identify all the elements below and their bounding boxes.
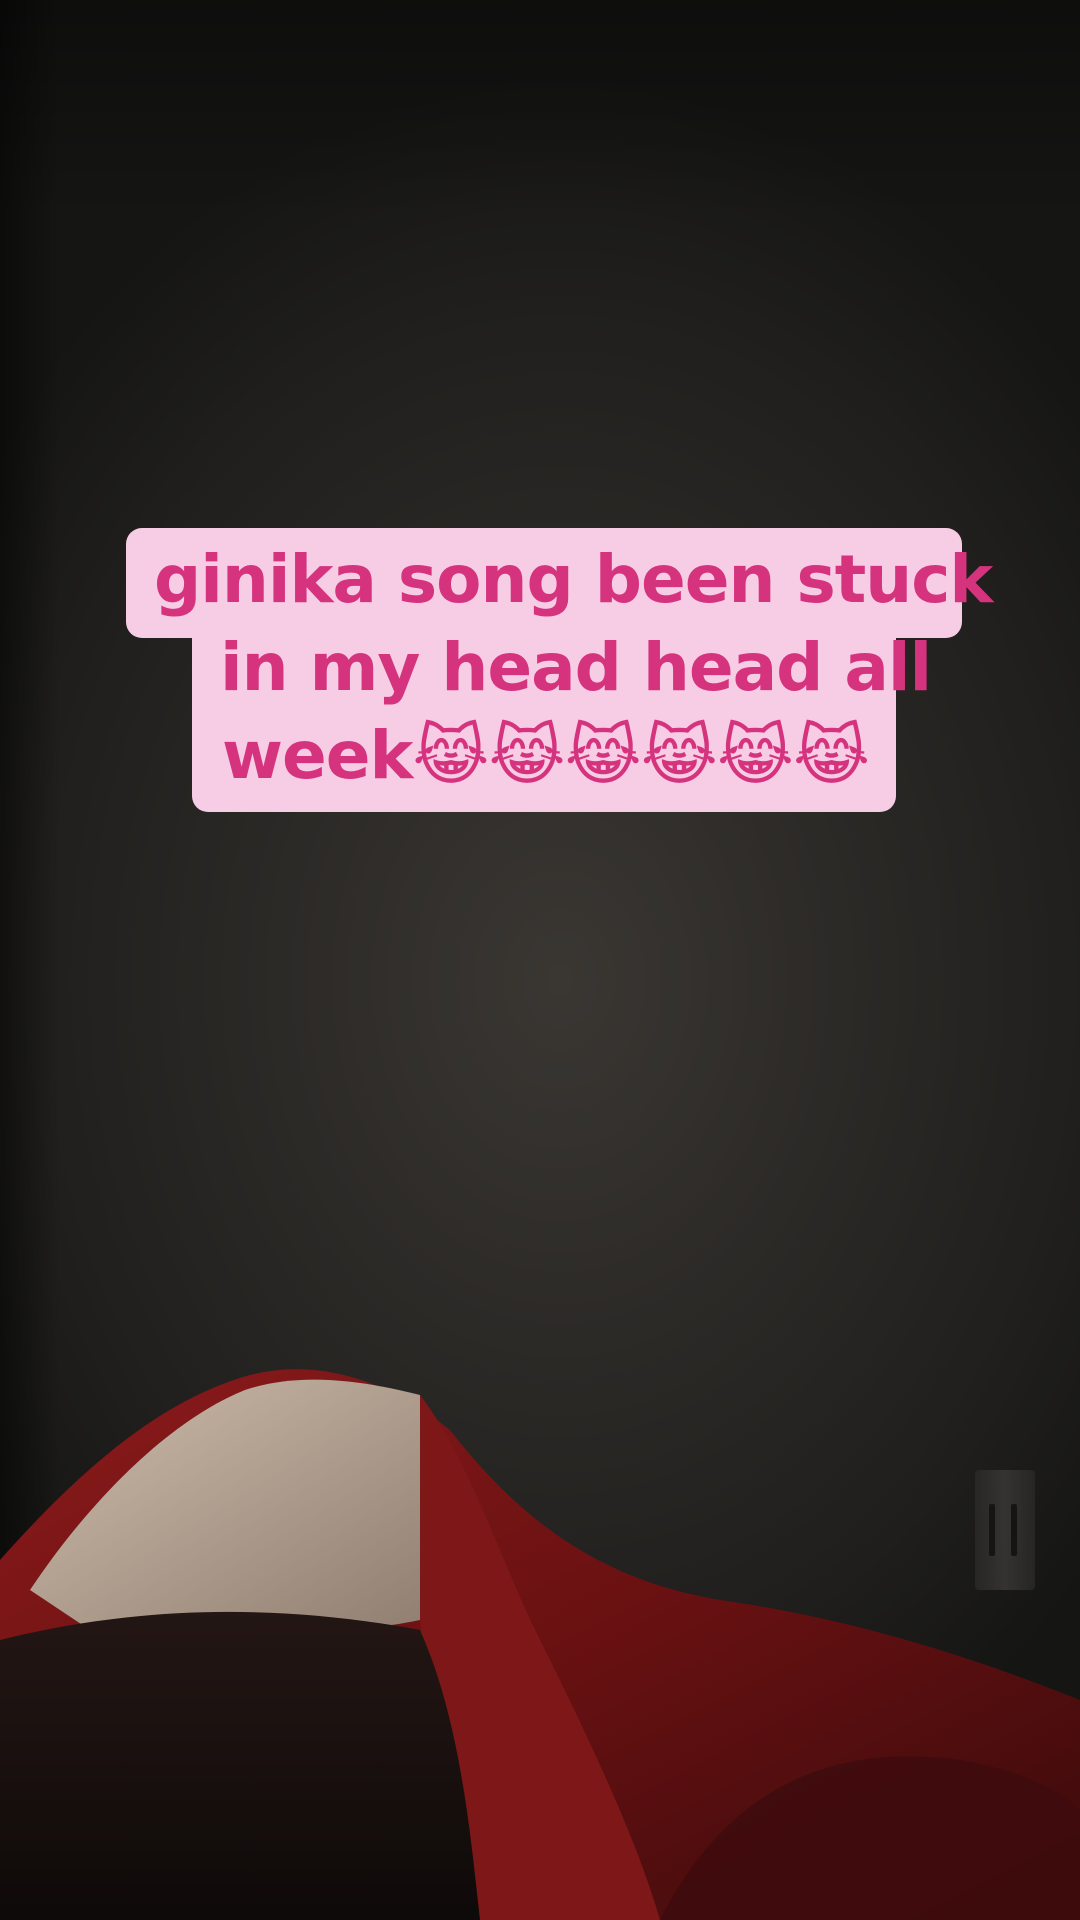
video-frame: ginika song been stuck in my head head a… xyxy=(0,0,1080,1920)
caption-line-2: in my head head all xyxy=(220,629,932,706)
caption-line-3: week😹😹😹😹😹😹 xyxy=(222,717,870,794)
caption-line-1: ginika song been stuck xyxy=(154,541,993,618)
caption-overlay: ginika song been stuck in my head head a… xyxy=(0,0,1080,1920)
